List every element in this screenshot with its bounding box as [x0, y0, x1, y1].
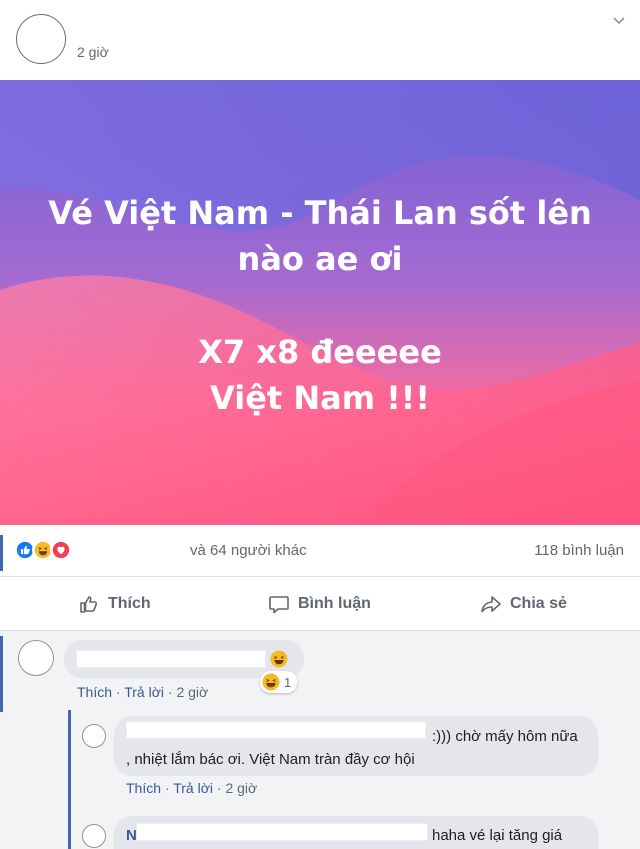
banner-line-3: X7 x8 đeeeee	[198, 333, 442, 371]
haha-icon	[262, 673, 280, 691]
post-action-bar: Thích Bình luận Chia sẻ	[0, 577, 640, 631]
redacted-author-name	[136, 823, 428, 841]
redacted-author-name	[126, 721, 426, 739]
chevron-down-icon[interactable]	[612, 14, 626, 28]
share-icon	[481, 596, 501, 613]
post-banner[interactable]: Vé Việt Nam - Thái Lan sốt lên nào ae ơi…	[0, 80, 640, 525]
banner-line-2: nào ae ơi	[237, 240, 403, 278]
comment-like-link[interactable]: Thích	[77, 684, 112, 700]
thumbs-up-icon	[80, 596, 98, 613]
accent-bar	[0, 535, 3, 571]
comment-button[interactable]: Bình luận	[268, 591, 371, 617]
comment-reply-link[interactable]: Trả lời	[124, 684, 164, 700]
like-button-label: Thích	[108, 595, 151, 612]
share-button-label: Chia sẻ	[510, 595, 567, 612]
post-header: 2 giờ	[0, 0, 640, 80]
reply-reply-link[interactable]: Trả lời	[173, 780, 213, 796]
like-button[interactable]: Thích	[78, 591, 151, 617]
banner-line-1: Vé Việt Nam - Thái Lan sốt lên	[48, 194, 592, 232]
author-avatar[interactable]	[16, 14, 66, 64]
reply-avatar[interactable]	[82, 724, 106, 748]
love-icon	[50, 539, 72, 561]
reply-like-link[interactable]: Thích	[126, 780, 161, 796]
comment-icon	[269, 596, 289, 614]
banner-background	[0, 80, 640, 525]
banner-line-4: Việt Nam !!!	[210, 379, 430, 417]
reply-bubble: N haha vé lại tăng giá	[114, 816, 598, 849]
reply-text-line-1: :))) chờ mấy hôm nữa	[432, 728, 578, 745]
post-timestamp[interactable]: 2 giờ	[77, 44, 109, 60]
redacted-author-name	[76, 650, 266, 668]
reply-meta: Thích · Trả lời · 2 giờ	[126, 780, 258, 796]
comment-button-label: Bình luận	[298, 595, 371, 612]
reactions-summary: và 64 người khác 118 bình luận	[0, 525, 640, 577]
reactions-others-text[interactable]: và 64 người khác	[190, 542, 307, 559]
reaction-count: 1	[284, 674, 292, 690]
commenter-avatar[interactable]	[18, 640, 54, 676]
reply-bubble: :))) chờ mấy hôm nữa , nhiệt lắm bác ơi.…	[114, 716, 598, 776]
reply-text: haha vé lại tăng giá	[432, 827, 563, 844]
comment-time[interactable]: 2 giờ	[176, 684, 208, 700]
reply-avatar[interactable]	[82, 824, 106, 848]
comment-meta: Thích · Trả lời · 2 giờ	[77, 684, 209, 700]
comment-reaction-badge[interactable]: 1	[260, 671, 298, 693]
haha-emoji-icon	[270, 650, 288, 668]
share-button[interactable]: Chia sẻ	[480, 591, 567, 617]
comments-count[interactable]: 118 bình luận	[534, 542, 624, 559]
reply-text-line-2: , nhiệt lắm bác ơi. Việt Nam tràn đầy cơ…	[126, 751, 415, 768]
reply-time[interactable]: 2 giờ	[225, 780, 257, 796]
comment-accent-bar	[0, 636, 3, 712]
reply-thread-line	[68, 710, 71, 849]
